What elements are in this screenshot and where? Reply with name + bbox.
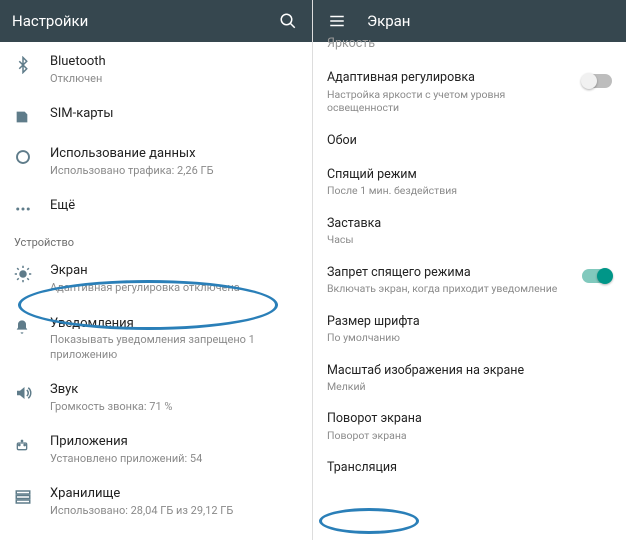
display-row-brightness[interactable]: Яркость: [313, 36, 626, 61]
row-sub: Включать экран, когда приходит уведомлен…: [327, 282, 572, 296]
row-label: Уведомления: [50, 316, 298, 333]
row-label: Спящий режим: [327, 167, 612, 183]
settings-row-bluetooth[interactable]: Bluetooth Отключен: [0, 44, 312, 96]
row-label: Ещё: [50, 198, 298, 215]
ambient-display-switch[interactable]: [582, 269, 612, 283]
display-row-cast[interactable]: Трансляция: [313, 451, 626, 485]
section-header-device: Устройство: [0, 228, 312, 253]
appbar-title: Настройки: [12, 12, 276, 30]
bell-icon: [14, 316, 50, 336]
row-sub: Настройка яркости с учетом уровня освеще…: [327, 88, 572, 115]
row-sub: Показывать уведомления запрещено 1 прило…: [50, 333, 298, 362]
row-sub: Мелкий: [327, 380, 612, 394]
display-row-adaptive[interactable]: Адаптивная регулировка Настройка яркости…: [313, 61, 626, 124]
display-list: Яркость Адаптивная регулировка Настройка…: [313, 42, 626, 486]
settings-row-apps[interactable]: Приложения Установлено приложений: 54: [0, 424, 312, 476]
display-row-rotation[interactable]: Поворот экрана Поворот экрана: [313, 402, 626, 451]
row-sub: Отключен: [50, 72, 298, 86]
data-usage-icon: [14, 146, 50, 166]
settings-row-sound[interactable]: Звук Громкость звонка: 71 %: [0, 372, 312, 424]
row-label: Использование данных: [50, 146, 298, 163]
sim-icon: [14, 106, 50, 126]
display-row-displaysize[interactable]: Масштаб изображения на экране Мелкий: [313, 354, 626, 403]
row-label: Трансляция: [327, 460, 612, 476]
row-sub: Использовано трафика: 2,26 ГБ: [50, 164, 298, 178]
row-label: Размер шрифта: [327, 314, 612, 330]
search-icon[interactable]: [276, 9, 300, 33]
display-row-sleep[interactable]: Спящий режим После 1 мин. бездействия: [313, 158, 626, 207]
row-label: Обои: [327, 133, 612, 149]
row-label: Хранилище: [50, 486, 298, 503]
settings-row-more[interactable]: Ещё: [0, 188, 312, 228]
row-label: Поворот экрана: [327, 411, 612, 427]
row-sub: После 1 мин. бездействия: [327, 184, 612, 198]
row-sub: Установлено приложений: 54: [50, 452, 298, 466]
display-row-ambient[interactable]: Запрет спящего режима Включать экран, ко…: [313, 256, 626, 305]
more-icon: [14, 198, 50, 218]
settings-row-data-usage[interactable]: Использование данных Использовано трафик…: [0, 136, 312, 188]
display-row-fontsize[interactable]: Размер шрифта По умолчанию: [313, 305, 626, 354]
row-label: Яркость: [327, 36, 612, 52]
row-sub: Адаптивная регулировка отключена: [50, 281, 298, 295]
settings-row-display[interactable]: Экран Адаптивная регулировка отключена: [0, 253, 312, 305]
row-label: Заставка: [327, 216, 612, 232]
highlight-cast-row: [319, 508, 419, 534]
settings-row-notifications[interactable]: Уведомления Показывать уведомления запре…: [0, 306, 312, 372]
display-settings-pane: Экран Яркость Адаптивная регулировка Нас…: [313, 0, 626, 540]
row-label: Экран: [50, 263, 298, 280]
row-label: Bluetooth: [50, 54, 298, 71]
row-label: SIM-карты: [50, 106, 298, 123]
row-label: Приложения: [50, 434, 298, 451]
settings-row-storage[interactable]: Хранилище Использовано: 28,04 ГБ из 29,1…: [0, 476, 312, 528]
storage-icon: [14, 486, 50, 506]
menu-icon[interactable]: [325, 9, 349, 33]
bluetooth-icon: [14, 54, 50, 74]
settings-list: Bluetooth Отключен SIM-карты Использован…: [0, 42, 312, 529]
sound-icon: [14, 382, 50, 402]
settings-pane: Настройки Bluetooth Отключен SIM-карты: [0, 0, 313, 540]
row-label: Запрет спящего режима: [327, 265, 572, 281]
row-label: Масштаб изображения на экране: [327, 363, 612, 379]
display-row-screensaver[interactable]: Заставка Часы: [313, 207, 626, 256]
appbar-title: Экран: [367, 12, 614, 30]
adaptive-brightness-switch[interactable]: [582, 74, 612, 88]
display-icon: [14, 263, 50, 283]
display-row-wallpaper[interactable]: Обои: [313, 124, 626, 158]
row-sub: Использовано: 28,04 ГБ из 29,12 ГБ: [50, 504, 298, 518]
row-sub: Поворот экрана: [327, 429, 612, 443]
row-label: Звук: [50, 382, 298, 399]
settings-row-sim[interactable]: SIM-карты: [0, 96, 312, 136]
appbar-left: Настройки: [0, 0, 312, 42]
row-sub: Часы: [327, 233, 612, 247]
row-label: Адаптивная регулировка: [327, 70, 572, 86]
row-sub: По умолчанию: [327, 331, 612, 345]
apps-icon: [14, 434, 50, 454]
row-sub: Громкость звонка: 71 %: [50, 400, 298, 414]
